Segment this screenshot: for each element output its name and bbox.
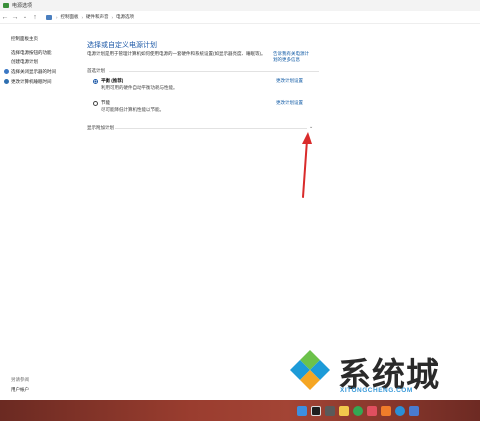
recent-locations-icon[interactable]: ⌄ bbox=[20, 12, 30, 22]
plan-name: 平衡 (推荐) bbox=[101, 78, 124, 83]
breadcrumb-hardware-sound[interactable]: 硬件和声音 bbox=[86, 14, 109, 20]
watermark: 系统城 XITONGCHENG.COM bbox=[286, 346, 480, 398]
breadcrumb-power-options[interactable]: 电源选项 bbox=[116, 14, 134, 20]
sidebar-item-user-accounts[interactable]: 用户帐户 bbox=[11, 387, 29, 393]
file-explorer-icon[interactable] bbox=[339, 405, 349, 416]
browser-icon[interactable] bbox=[353, 405, 363, 416]
plan-power-saver[interactable]: 节能 尽可能降低计算机性能以节能。 更改计划设置 bbox=[93, 100, 319, 114]
plan-description: 利用可用的硬件自动平衡功耗与性能。 bbox=[101, 85, 178, 90]
edge-icon[interactable] bbox=[395, 405, 405, 416]
control-panel-taskbar-icon[interactable] bbox=[409, 405, 419, 416]
control-panel-icon bbox=[46, 14, 52, 20]
power-plan-info-link[interactable]: 告诉我有关电源计划的更多信息 bbox=[273, 51, 313, 63]
watermark-url: XITONGCHENG.COM bbox=[340, 387, 413, 394]
display-icon bbox=[4, 69, 9, 74]
breadcrumb-separator: › bbox=[81, 14, 84, 20]
power-options-icon bbox=[3, 3, 9, 8]
page-description: 电源计划是用于管理计算机如何使用电源的一套硬件和系统设置(如显示器亮度、睡眠等)… bbox=[87, 51, 266, 56]
title-bar: 电源选项 bbox=[0, 0, 480, 11]
see-also-label: 另请参阅 bbox=[11, 377, 29, 382]
sidebar: 控制面板主页 选择电源按钮的功能 创建电源计划 选择关闭显示器的时间 更改计算机… bbox=[0, 24, 80, 400]
start-icon[interactable] bbox=[297, 405, 307, 416]
sidebar-item-power-button[interactable]: 选择电源按钮的功能 bbox=[11, 50, 52, 56]
breadcrumb-separator: › bbox=[56, 14, 58, 20]
sidebar-item-display-off[interactable]: 选择关闭显示器的时间 bbox=[11, 69, 56, 75]
plan-balanced[interactable]: 平衡 (推荐) 利用可用的硬件自动平衡功耗与性能。 更改计划设置 bbox=[93, 78, 319, 92]
forward-arrow-icon[interactable]: → bbox=[10, 12, 20, 22]
extra-divider bbox=[115, 128, 307, 129]
address-bar: ← → ⌄ ↑ › 控制面板 › 硬件和声音 › 电源选项 bbox=[0, 11, 480, 24]
sidebar-item-sleep-time[interactable]: 更改计算机睡眠时间 bbox=[11, 79, 52, 85]
window-title: 电源选项 bbox=[12, 3, 33, 9]
chevron-down-icon[interactable]: ⌄ bbox=[309, 124, 313, 130]
breadcrumb-control-panel[interactable]: 控制面板 bbox=[61, 14, 79, 20]
plan-balanced-radio[interactable] bbox=[93, 79, 98, 84]
preferred-plans-label: 首选计划 bbox=[87, 68, 105, 73]
task-view-icon[interactable] bbox=[325, 405, 335, 416]
watermark-logo-icon bbox=[290, 350, 330, 390]
back-arrow-icon[interactable]: ← bbox=[0, 12, 10, 22]
app-icon[interactable] bbox=[381, 405, 391, 416]
sidebar-item-create-plan[interactable]: 创建电源计划 bbox=[11, 59, 38, 65]
show-additional-plans[interactable]: 显示附加计划 bbox=[87, 125, 114, 131]
plan-name: 节能 bbox=[101, 100, 110, 105]
sidebar-item-home[interactable]: 控制面板主页 bbox=[11, 36, 38, 42]
plan-power-saver-radio[interactable] bbox=[93, 101, 98, 106]
group-divider bbox=[109, 71, 319, 72]
search-icon[interactable] bbox=[311, 405, 321, 416]
breadcrumb[interactable]: › 控制面板 › 硬件和声音 › 电源选项 bbox=[46, 13, 466, 22]
change-plan-settings-link[interactable]: 更改计划设置 bbox=[276, 100, 303, 106]
taskbar bbox=[295, 403, 421, 418]
plan-description: 尽可能降低计算机性能以节能。 bbox=[101, 107, 164, 112]
change-plan-settings-link[interactable]: 更改计划设置 bbox=[276, 78, 303, 84]
store-icon[interactable] bbox=[367, 405, 377, 416]
sleep-icon bbox=[4, 79, 9, 84]
page-title: 选择或自定义电源计划 bbox=[87, 42, 157, 49]
up-arrow-icon[interactable]: ↑ bbox=[30, 12, 40, 22]
breadcrumb-separator: › bbox=[111, 14, 114, 20]
